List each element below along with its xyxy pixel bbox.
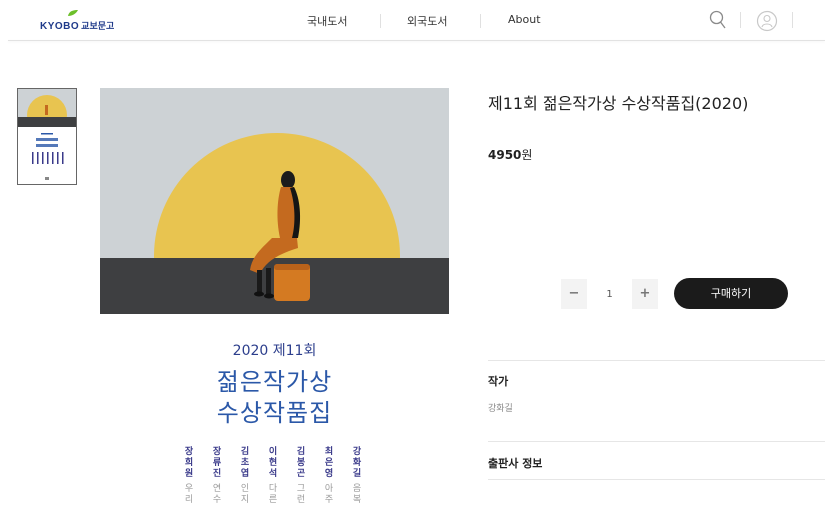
nav-about[interactable]: About (508, 13, 541, 26)
cover-author-name: 김초엽 (240, 447, 250, 479)
icon-divider (740, 12, 741, 28)
cover-title-line2: 수상작품집 (216, 399, 333, 427)
header-divider (8, 40, 825, 41)
quantity-input[interactable] (587, 279, 632, 309)
site-header: KYOBO 교보문고 국내도서 외국도서 About (0, 0, 825, 40)
cover-author-name: 이현석 (268, 447, 278, 479)
cover-author-column: 강화길음복 (350, 447, 364, 506)
cover-author-work: 연수 (212, 484, 222, 505)
cover-author-name: 최은영 (324, 447, 334, 479)
cover-thumbnail[interactable] (17, 88, 77, 185)
kyobo-logo[interactable]: KYOBO 교보문고 (40, 8, 130, 34)
section-divider (488, 360, 825, 361)
cover-year-line: 2020 제11회 (232, 343, 317, 359)
section-divider (488, 441, 825, 442)
nav-domestic-books[interactable]: 국내도서 (307, 13, 347, 29)
author-section-title[interactable]: 작가 (488, 373, 508, 389)
leaf-icon (68, 10, 78, 16)
minus-button[interactable]: − (561, 279, 587, 309)
cover-author-work: 아주 (324, 484, 334, 505)
nav-divider (380, 14, 381, 28)
quantity-stepper: − + (561, 279, 658, 309)
product-title: 제11회 젊은작가상 수상작품집(2020) (488, 94, 749, 113)
buy-button[interactable]: 구매하기 (674, 278, 788, 309)
cover-illustration (100, 88, 449, 314)
logo-text: KYOBO 교보문고 (40, 21, 115, 32)
cover-text-area: 2020 제11회 젊은작가상 수상작품집 장희원우리 장류진연수 김초엽인지 이현석… (100, 314, 449, 511)
search-icon[interactable] (709, 10, 727, 30)
cover-author-name: 강화길 (352, 447, 362, 479)
cover-author-name: 장류진 (212, 447, 222, 479)
cover-title-line1: 젊은작가상 (216, 368, 333, 396)
plus-button[interactable]: + (632, 279, 658, 309)
publisher-section-title[interactable]: 출판사 정보 (488, 455, 542, 471)
section-divider (488, 479, 825, 480)
cover-author-work: 음복 (352, 484, 362, 505)
cover-author-work: 우리 (184, 484, 194, 505)
nav-foreign-books[interactable]: 외국도서 (407, 13, 447, 29)
product-price: 4950원 (488, 148, 533, 162)
cover-author-column: 김초엽인지 (238, 447, 252, 506)
cover-author-column: 김봉곤그런 (294, 447, 308, 506)
cover-main-image (100, 88, 449, 314)
icon-divider (792, 12, 793, 28)
cover-author-work: 그런 (296, 484, 306, 505)
cover-author-column: 장희원우리 (182, 447, 196, 506)
cover-author-work: 다른 (268, 484, 278, 505)
author-section-value: 강화길 (488, 404, 513, 414)
nav-divider (480, 14, 481, 28)
cover-author-column: 장류진연수 (210, 447, 224, 506)
cover-author-column: 최은영아주 (322, 447, 336, 506)
user-icon[interactable] (756, 10, 778, 32)
thumbnail-image (18, 89, 76, 184)
cover-author-work: 인지 (240, 484, 250, 505)
cover-author-name: 장희원 (184, 447, 194, 479)
cover-author-list: 장희원우리 장류진연수 김초엽인지 이현석다른 김봉곤그런 최은영아주 강화길음복 (182, 447, 382, 511)
cover-author-name: 김봉곤 (296, 447, 306, 479)
cover-author-column: 이현석다른 (266, 447, 280, 506)
